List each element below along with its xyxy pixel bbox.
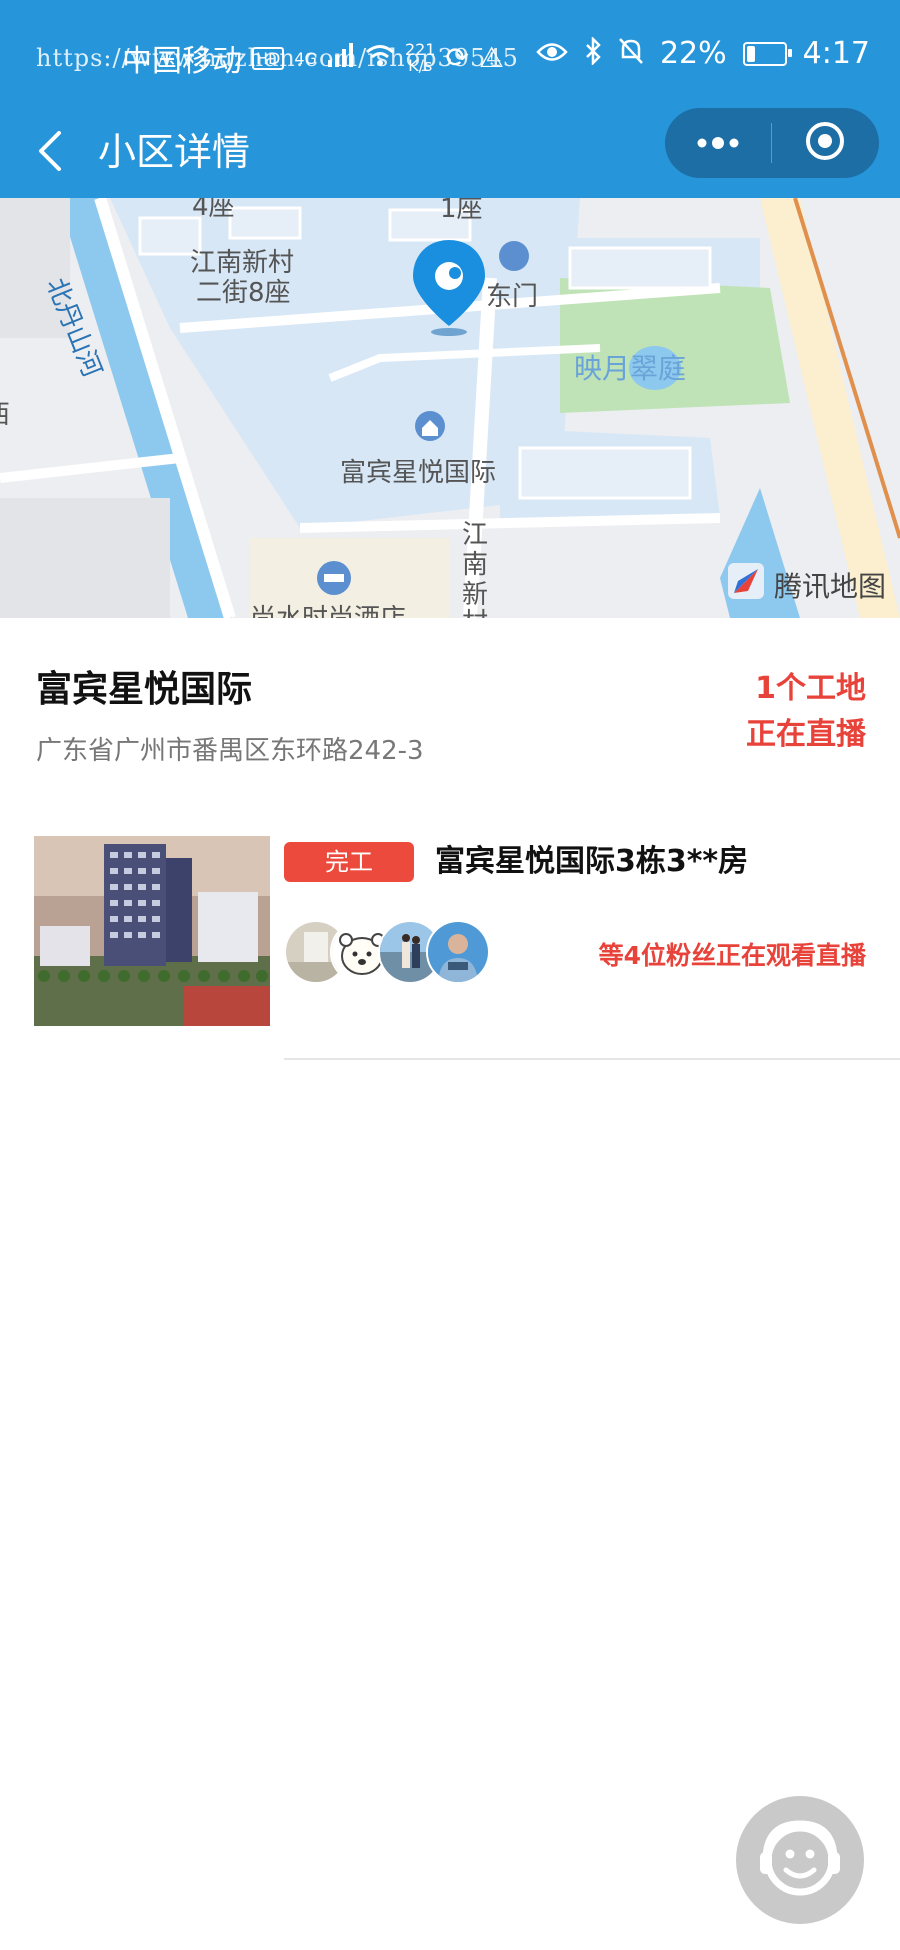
clock: 4:17	[802, 36, 870, 71]
live-site-count[interactable]: 1个工地 正在直播	[666, 666, 866, 758]
location-pin-icon[interactable]	[409, 238, 489, 338]
site-list-item[interactable]: 完工 富宾星悦国际3栋3**房 等4位粉丝正在观看直播	[0, 836, 900, 1061]
map-attribution: 腾讯地图	[726, 561, 886, 608]
site-thumbnail	[34, 836, 270, 1026]
top-bar: https://www.huzhan.com/ishop39545 中国移动 H…	[0, 0, 900, 198]
speed-indicator: 221 K/s	[405, 42, 436, 74]
sync-icon: ⟳	[445, 41, 469, 74]
customer-service-button[interactable]	[736, 1796, 864, 1924]
status-bar: https://www.huzhan.com/ishop39545 中国移动 H…	[0, 0, 900, 108]
tencent-map-logo-icon	[726, 561, 766, 608]
community-address: 广东省广州市番禺区东环路242-3	[36, 736, 424, 766]
target-circle-icon	[805, 121, 845, 165]
map-label-building-1: 1座	[440, 198, 483, 224]
map-view[interactable]: 4座 1座 江南新村 二街8座 东门 映月翠庭 北丹山河 富宾星悦国际 江南新 …	[0, 198, 900, 618]
map-label-garden: 映月翠庭	[574, 352, 687, 385]
avatar	[426, 920, 490, 984]
customer-service-icon	[752, 1810, 848, 1910]
viewer-count-text: 等4位粉丝正在观看直播	[598, 941, 866, 970]
eye-icon	[536, 39, 568, 69]
battery-percent: 22%	[659, 36, 727, 71]
map-label-building-4: 4座	[192, 198, 235, 222]
speed-unit: K/s	[408, 56, 433, 75]
mini-program-capsule	[665, 108, 879, 178]
map-label-east-gate: 东门	[486, 282, 539, 312]
map-label-edge: 西	[0, 400, 10, 430]
map-label-target: 富宾星悦国际	[340, 458, 497, 488]
status-badge: 完工	[284, 842, 414, 882]
back-button[interactable]	[20, 118, 80, 188]
status-right: 22% 4:17	[536, 35, 870, 71]
map-label-road-tail: 村	[462, 608, 488, 618]
page-title: 小区详情	[98, 130, 251, 174]
mute-icon	[618, 37, 644, 71]
more-dots-icon	[696, 134, 740, 153]
bluetooth-icon	[584, 35, 602, 71]
map-attribution-text: 腾讯地图	[773, 569, 886, 603]
live-site-count-line1: 1个工地	[755, 671, 866, 706]
wifi-icon	[365, 42, 395, 74]
gate-poi-marker	[499, 241, 529, 271]
battery-icon	[742, 41, 792, 66]
signal-icon	[327, 42, 355, 74]
close-button[interactable]	[772, 108, 878, 178]
list-divider	[284, 1058, 900, 1060]
map-label-village: 江南新村	[190, 248, 295, 278]
network-type: 4G	[294, 48, 317, 68]
status-left: 中国移动 HD 4G 221 K/s ⟳ ⚠	[122, 36, 504, 80]
map-label-road: 江南新	[462, 520, 489, 610]
live-site-count-line2: 正在直播	[746, 717, 866, 752]
alert-icon: ⚠	[478, 41, 505, 74]
site-title: 富宾星悦国际3栋3**房	[435, 844, 749, 879]
community-name: 富宾星悦国际	[36, 669, 253, 710]
chevron-left-icon	[37, 131, 63, 175]
more-button[interactable]	[665, 108, 771, 178]
hd-badge: HD	[252, 46, 285, 70]
battery-level	[746, 45, 755, 62]
nav-bar: 小区详情	[0, 108, 900, 198]
map-label-hotel: 尚水时尚酒店	[250, 604, 406, 618]
carrier-label: 中国移动	[122, 44, 242, 79]
map-label-street: 二街8座	[196, 278, 291, 308]
